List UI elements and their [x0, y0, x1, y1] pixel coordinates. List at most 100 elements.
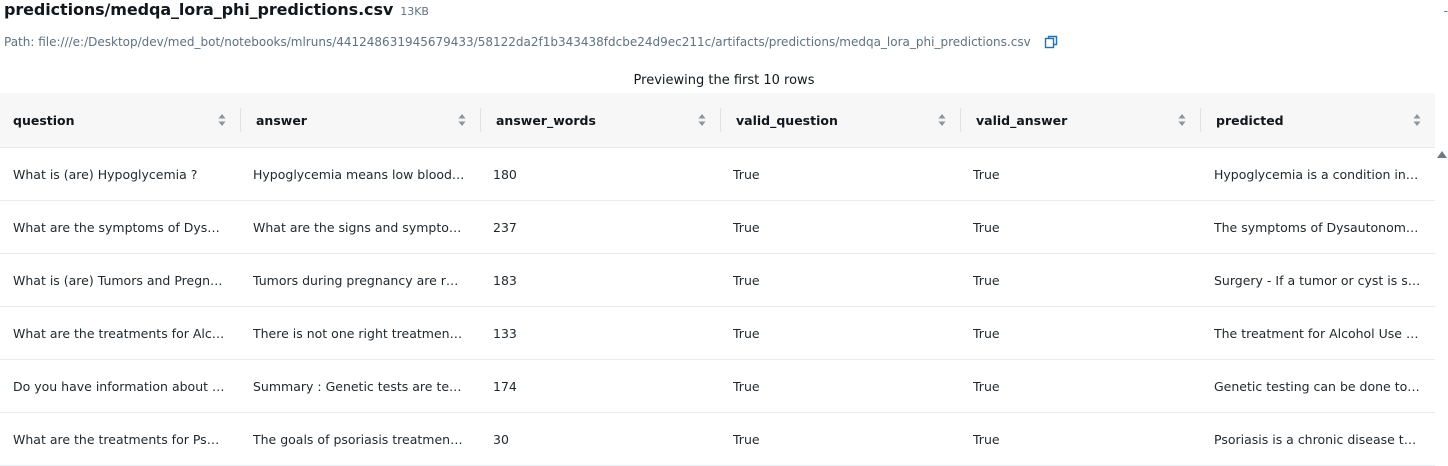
cell-text: Summary : Genetic tests are tests ... — [253, 378, 466, 394]
cell-text: What is (are) Hypoglycemia ? — [13, 166, 198, 182]
edge-mark: - — [1443, 4, 1448, 18]
cell-text: True — [973, 325, 1000, 341]
table-row[interactable]: Do you have information about G... Summar… — [0, 360, 1435, 413]
cell-text: Do you have information about G... — [13, 378, 226, 394]
file-header: predictions/medqa_lora_phi_predictions.c… — [4, 0, 429, 22]
table-header-row: question answer answer_words valid_question… — [0, 93, 1435, 148]
cell-text: True — [973, 219, 1000, 235]
file-path-row: Path: file:///e:/Desktop/dev/med_bot/not… — [4, 33, 1059, 51]
table-cell-valid-answer[interactable]: True — [960, 201, 1200, 253]
table-cell-answer-words[interactable]: 133 — [480, 307, 720, 359]
sort-icon[interactable] — [218, 113, 226, 127]
table-cell-predicted[interactable]: Hypoglycemia is a condition in wh... — [1200, 148, 1435, 200]
table-cell-valid-question[interactable]: True — [720, 201, 960, 253]
cell-text: What are the treatments for Alcoh... — [13, 325, 226, 341]
sort-icon[interactable] — [458, 113, 466, 127]
csv-preview-table: question answer answer_words valid_question… — [0, 93, 1435, 466]
table-cell-answer[interactable]: Hypoglycemia means low blood gl... — [240, 148, 480, 200]
column-header-valid-answer[interactable]: valid_answer — [960, 93, 1200, 147]
cell-text: True — [733, 325, 760, 341]
table-cell-predicted[interactable]: The treatment for Alcohol Use and... — [1200, 307, 1435, 359]
preview-note: Previewing the first 10 rows — [633, 73, 815, 88]
table-cell-answer-words[interactable]: 237 — [480, 201, 720, 253]
cell-text: Tumors during pregnancy are rare... — [253, 272, 466, 288]
sort-icon[interactable] — [1178, 113, 1186, 127]
cell-text: 183 — [493, 272, 517, 288]
table-cell-predicted[interactable]: Surgery - If a tumor or cyst is susp... — [1200, 254, 1435, 306]
table-cell-answer-words[interactable]: 174 — [480, 360, 720, 412]
table-cell-valid-answer[interactable]: True — [960, 148, 1200, 200]
scroll-up-arrow-icon[interactable] — [1437, 151, 1447, 158]
table-cell-question[interactable]: What is (are) Tumors and Pregnan... — [0, 254, 240, 306]
cell-text: True — [733, 378, 760, 394]
table-cell-question[interactable]: What are the symptoms of Dysaut... — [0, 201, 240, 253]
table-cell-predicted[interactable]: The symptoms of Dysautonomia li... — [1200, 201, 1435, 253]
column-header-answer[interactable]: answer — [240, 93, 480, 147]
table-cell-answer-words[interactable]: 180 — [480, 148, 720, 200]
table-row[interactable]: What are the treatments for Alcoh... Ther… — [0, 307, 1435, 360]
table-row[interactable]: What are the symptoms of Dysaut... What a… — [0, 201, 1435, 254]
table-cell-answer-words[interactable]: 183 — [480, 254, 720, 306]
sort-icon[interactable] — [698, 113, 706, 127]
table-cell-valid-answer[interactable]: True — [960, 307, 1200, 359]
cell-text: What are the signs and symptoms... — [253, 219, 466, 235]
sort-icon[interactable] — [938, 113, 946, 127]
cell-text: True — [973, 166, 1000, 182]
table-row[interactable]: What is (are) Tumors and Pregnan... Tumor… — [0, 254, 1435, 307]
cell-text: Hypoglycemia means low blood gl... — [253, 166, 466, 182]
table-cell-question[interactable]: What are the treatments for Psoria... — [0, 413, 240, 465]
cell-text: The goals of psoriasis treatment ar... — [253, 431, 466, 447]
column-header-label: valid_answer — [976, 112, 1068, 128]
table-cell-valid-question[interactable]: True — [720, 413, 960, 465]
table-cell-valid-question[interactable]: True — [720, 148, 960, 200]
cell-text: True — [733, 166, 760, 182]
table-cell-answer[interactable]: What are the signs and symptoms... — [240, 201, 480, 253]
table-cell-valid-answer[interactable]: True — [960, 360, 1200, 412]
cell-text: 180 — [493, 166, 517, 182]
table-cell-answer[interactable]: Summary : Genetic tests are tests ... — [240, 360, 480, 412]
column-header-label: answer_words — [496, 112, 596, 128]
column-header-label: predicted — [1216, 112, 1284, 128]
column-header-valid-question[interactable]: valid_question — [720, 93, 960, 147]
table-cell-answer-words[interactable]: 30 — [480, 413, 720, 465]
column-header-label: question — [13, 112, 75, 128]
cell-text: What are the treatments for Psoria... — [13, 431, 226, 447]
column-header-label: valid_question — [736, 112, 838, 128]
column-header-predicted[interactable]: predicted — [1200, 93, 1435, 147]
cell-text: Genetic testing can be done to dia... — [1214, 378, 1421, 394]
cell-text: Surgery - If a tumor or cyst is susp... — [1214, 272, 1421, 288]
table-cell-valid-question[interactable]: True — [720, 254, 960, 306]
cell-text: The symptoms of Dysautonomia li... — [1214, 219, 1421, 235]
table-cell-predicted[interactable]: Psoriasis is a chronic disease that ... — [1200, 413, 1435, 465]
vertical-scrollbar[interactable] — [1435, 147, 1448, 460]
table-cell-valid-answer[interactable]: True — [960, 254, 1200, 306]
cell-text: What is (are) Tumors and Pregnan... — [13, 272, 226, 288]
table-cell-question[interactable]: What are the treatments for Alcoh... — [0, 307, 240, 359]
column-header-answer-words[interactable]: answer_words — [480, 93, 720, 147]
table-cell-question[interactable]: Do you have information about G... — [0, 360, 240, 412]
cell-text: The treatment for Alcohol Use and... — [1214, 325, 1421, 341]
table-cell-answer[interactable]: The goals of psoriasis treatment ar... — [240, 413, 480, 465]
cell-text: 237 — [493, 219, 517, 235]
file-path-text: Path: file:///e:/Desktop/dev/med_bot/not… — [4, 35, 1031, 49]
file-size-badge: 13KB — [400, 5, 429, 18]
table-row[interactable]: What are the treatments for Psoria... The… — [0, 413, 1435, 466]
cell-text: True — [973, 431, 1000, 447]
cell-text: 30 — [493, 431, 509, 447]
sort-icon[interactable] — [1413, 113, 1421, 127]
column-header-question[interactable]: question — [0, 93, 240, 147]
table-cell-valid-answer[interactable]: True — [960, 413, 1200, 465]
cell-text: What are the symptoms of Dysaut... — [13, 219, 226, 235]
table-row[interactable]: What is (are) Hypoglycemia ? Hypoglycemia… — [0, 148, 1435, 201]
table-cell-answer[interactable]: Tumors during pregnancy are rare... — [240, 254, 480, 306]
table-cell-valid-question[interactable]: True — [720, 307, 960, 359]
column-header-label: answer — [256, 112, 307, 128]
copy-icon[interactable] — [1043, 34, 1059, 50]
table-cell-question[interactable]: What is (are) Hypoglycemia ? — [0, 148, 240, 200]
cell-text: 133 — [493, 325, 517, 341]
table-cell-predicted[interactable]: Genetic testing can be done to dia... — [1200, 360, 1435, 412]
cell-text: True — [733, 431, 760, 447]
file-title: predictions/medqa_lora_phi_predictions.c… — [4, 0, 394, 19]
table-cell-valid-question[interactable]: True — [720, 360, 960, 412]
table-cell-answer[interactable]: There is not one right treatment f... — [240, 307, 480, 359]
